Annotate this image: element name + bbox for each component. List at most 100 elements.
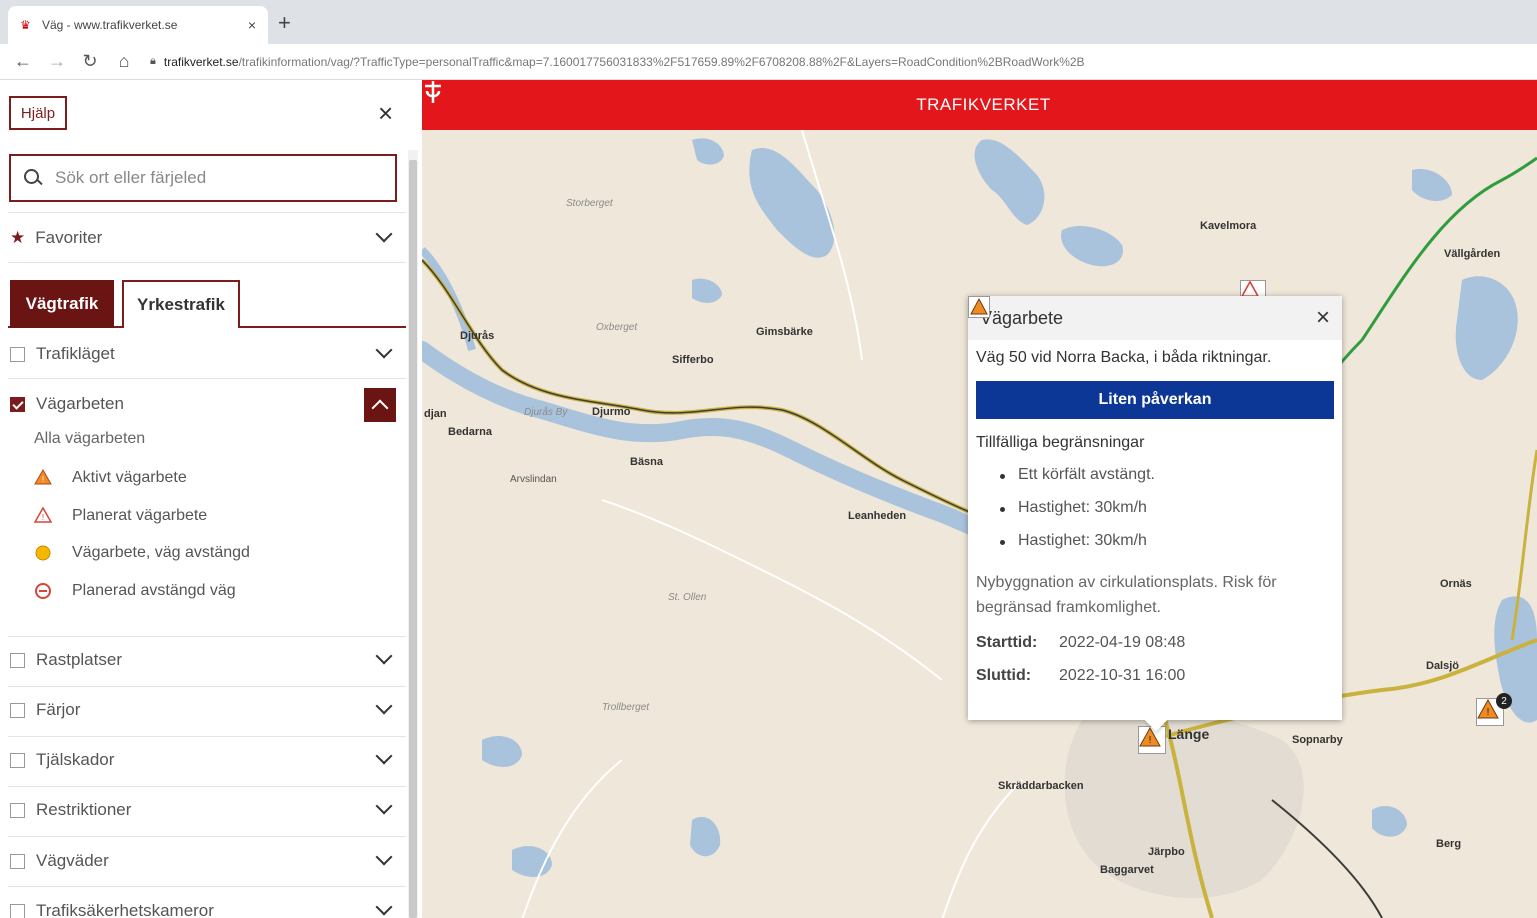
tab-yrkestrafik[interactable]: Yrkestrafik [122, 280, 240, 328]
place-label: Skräddarbacken [998, 780, 1084, 792]
divider [8, 836, 406, 837]
new-tab-button[interactable]: + [278, 10, 291, 36]
layer-label: Restriktioner [36, 800, 132, 819]
roadwork-active-icon: ! [1139, 727, 1161, 747]
back-icon[interactable]: ← [14, 51, 32, 72]
layer-label: Vägarbeten [36, 394, 124, 413]
chevron-down-icon [375, 747, 393, 765]
layer-label: Tjälskador [36, 750, 115, 769]
popup-description: Nybyggnation av cirkulationsplats. Risk … [976, 574, 1277, 616]
chevron-down-icon [375, 647, 393, 665]
layer-farjor[interactable]: Färjor [8, 688, 406, 732]
place-label: Bäsna [630, 456, 664, 468]
popup-header: Vägarbete [968, 296, 1342, 340]
checkbox[interactable] [10, 346, 25, 362]
roadwork-active-icon: ! [34, 469, 52, 487]
star-icon: ★ [10, 228, 26, 247]
layer-rastplatser[interactable]: Rastplatser [8, 638, 406, 682]
place-label: Kavelmora [1200, 220, 1257, 232]
chevron-down-icon [375, 341, 393, 359]
svg-text:!: ! [1149, 735, 1152, 746]
place-label: Länge [1168, 726, 1210, 742]
checkbox[interactable] [10, 802, 25, 818]
place-label: Trollberget [602, 702, 650, 713]
checkbox[interactable] [10, 853, 25, 869]
chevron-down-icon [375, 697, 393, 715]
home-icon[interactable]: ⌂ [116, 51, 132, 72]
popup-road: Väg 50 vid Norra Backa, i båda riktninga… [976, 349, 1272, 366]
legend-item: ! Aktivt vägarbete [34, 463, 187, 493]
layer-vagarbeten[interactable]: Vägarbeten [8, 382, 406, 426]
legend-item: ! Planerat vägarbete [34, 501, 207, 531]
address-bar: ← → ↻ ⌂ 🔒︎ trafikverket.se/trafikinforma… [0, 44, 1537, 80]
legend-label: Planerad avstängd väg [72, 582, 236, 599]
planned-closed-road-icon [34, 582, 52, 600]
layer-vagvader[interactable]: Vägväder [8, 839, 406, 883]
divider [8, 636, 406, 637]
layer-label: Färjor [36, 700, 81, 719]
start-time-row: Starttid: 2022-04-19 08:48 [976, 634, 1185, 652]
place-label: Leanheden [848, 510, 907, 522]
divider [8, 378, 406, 379]
place-label: Dalsjö [1426, 660, 1460, 672]
trafikverket-header: TRAFIKVERKET [422, 80, 1537, 130]
help-button[interactable]: Hjälp [9, 96, 67, 130]
reload-icon[interactable]: ↻ [82, 51, 98, 72]
list-item: Hastighet: 30km/h [998, 532, 1155, 565]
place-label: St. Ollen [668, 592, 707, 603]
layer-trafiklaget[interactable]: Trafikläget [8, 332, 406, 376]
cluster-count-badge: 2 [1496, 693, 1512, 709]
close-tab-icon[interactable]: × [248, 17, 256, 33]
checkbox[interactable] [10, 652, 25, 668]
place-label: Oxberget [596, 322, 638, 333]
trafikverket-favicon-icon: ♛ [20, 18, 31, 32]
start-time-value: 2022-04-19 08:48 [1059, 634, 1186, 651]
checkbox[interactable] [10, 702, 25, 718]
layer-label: Rastplatser [36, 650, 122, 669]
browser-tab[interactable]: ♛ Väg - www.trafikverket.se × [8, 6, 268, 44]
checkbox[interactable] [10, 903, 25, 918]
forward-icon[interactable]: → [48, 51, 66, 72]
favorites-row[interactable]: ★ Favoriter [8, 216, 406, 260]
search-box [9, 154, 397, 202]
restrictions-title: Tillfälliga begränsningar [976, 434, 1145, 451]
map[interactable]: TRAFIKVERKET Djurås Djurmo Djurås By Sif… [422, 80, 1537, 918]
search-input[interactable] [55, 168, 375, 188]
layer-label: Vägväder [36, 851, 109, 870]
svg-text:!: ! [1487, 707, 1490, 718]
place-label: Djurås By [524, 407, 568, 418]
layer-restriktioner[interactable]: Restriktioner [8, 788, 406, 832]
roadwork-planned-icon: ! [34, 507, 52, 525]
place-label: Sifferbo [672, 354, 714, 366]
roadwork-marker[interactable]: ! [1138, 726, 1166, 754]
divider [8, 736, 406, 737]
tab-vagtrafik[interactable]: Vägtrafik [10, 280, 114, 328]
legend-label: Planerat vägarbete [72, 507, 208, 524]
legend-item: Planerad avstängd väg [34, 576, 236, 606]
close-panel-icon[interactable]: × [378, 98, 393, 129]
chevron-down-icon [375, 225, 393, 243]
place-label: Arvslindan [510, 474, 557, 485]
divider [8, 262, 406, 263]
layer-tjalskador[interactable]: Tjälskador [8, 738, 406, 782]
svg-text:!: ! [42, 513, 44, 522]
place-label: Sopnarby [1292, 734, 1343, 746]
url-field[interactable]: 🔒︎ trafikverket.se/trafikinformation/vag… [150, 55, 1510, 69]
restrictions-list: Ett körfält avstängt. Hastighet: 30km/h … [998, 466, 1155, 565]
checkbox-checked[interactable] [10, 396, 25, 412]
place-label: Vällgården [1444, 248, 1501, 260]
chevron-down-icon [375, 898, 393, 916]
place-label: Bedarna [448, 426, 493, 438]
checkbox[interactable] [10, 752, 25, 768]
close-popup-icon[interactable]: × [1316, 304, 1330, 332]
layer-trafiksakerhetskameror[interactable]: Trafiksäkerhetskameror [8, 889, 406, 918]
brand-name: TRAFIKVERKET [916, 95, 1051, 114]
end-time-value: 2022-10-31 16:00 [1059, 667, 1186, 684]
collapse-vagarbeten-button[interactable] [364, 388, 396, 422]
sidebar-scrollbar[interactable] [408, 150, 418, 918]
place-label: Gimsbärke [756, 326, 813, 338]
scrollbar-thumb[interactable] [409, 160, 417, 918]
roadwork-active-icon [968, 296, 990, 318]
traffic-tabs: Vägtrafik Yrkestrafik [8, 280, 406, 328]
lock-icon: 🔒︎ [150, 55, 156, 67]
